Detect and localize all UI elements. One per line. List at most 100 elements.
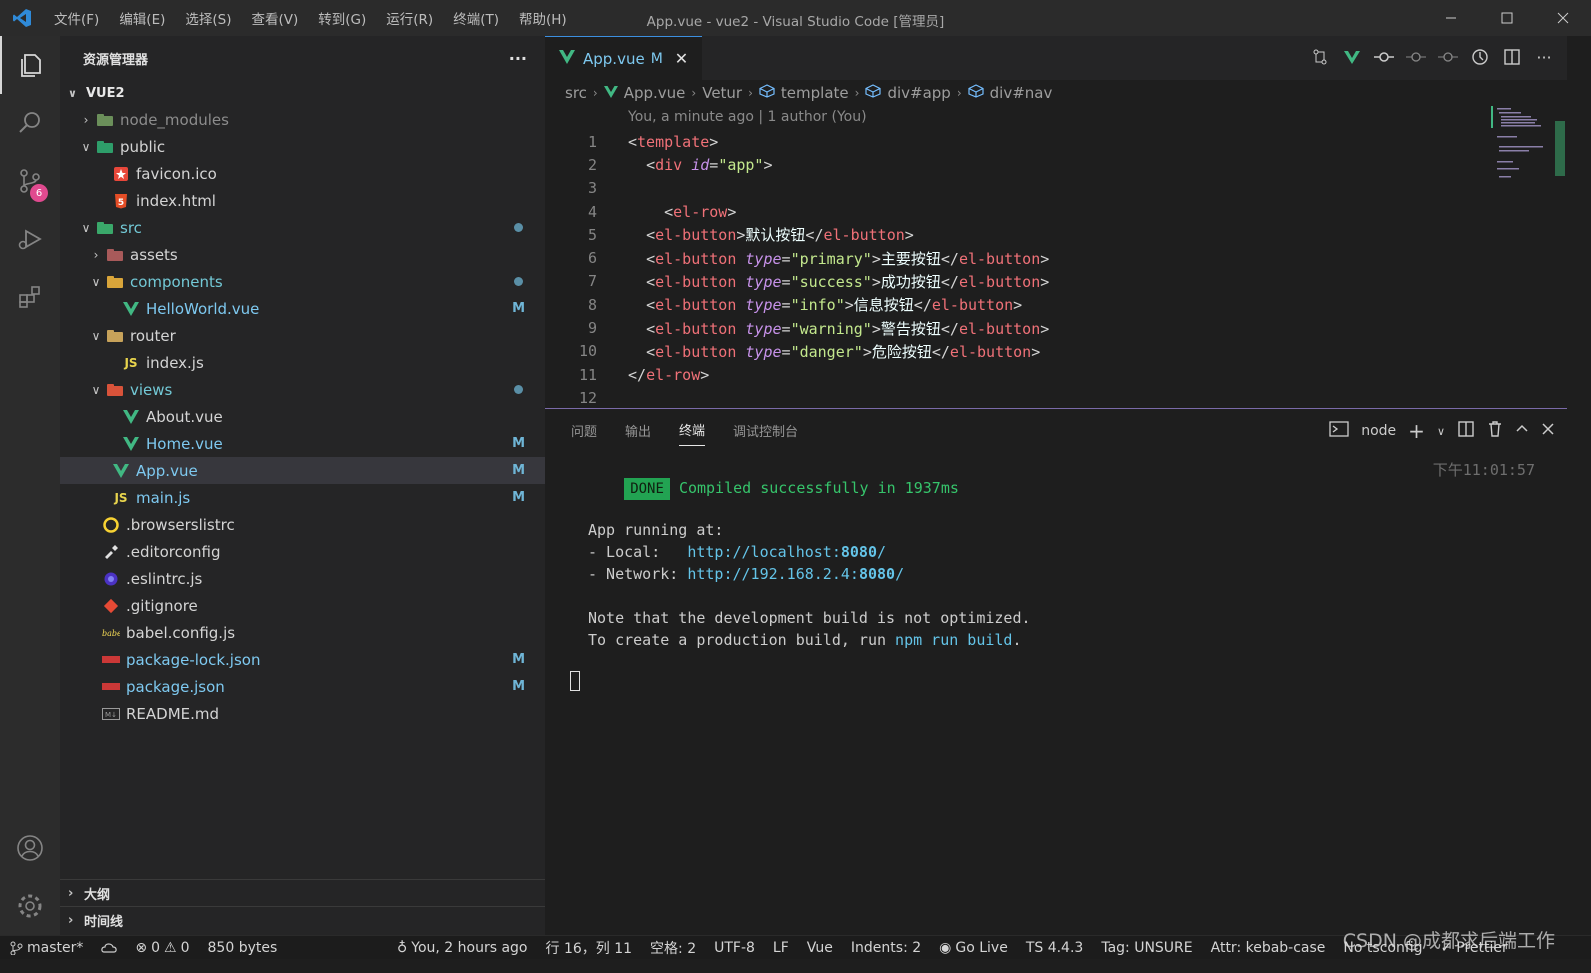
- codelens-blame[interactable]: You, a minute ago | 1 author (You): [628, 109, 867, 125]
- breadcrumb-file[interactable]: App.vue: [624, 84, 686, 102]
- tab-app-vue[interactable]: App.vue M ✕: [545, 36, 703, 80]
- compare-changes-icon[interactable]: [1309, 46, 1331, 68]
- new-terminal-icon[interactable]: +: [1408, 419, 1425, 443]
- breadcrumb-div-nav[interactable]: div#nav: [990, 84, 1053, 102]
- terminal-output[interactable]: DONE Compiled successfully in 1937ms 下午1…: [570, 455, 1547, 691]
- vue-devtools-icon[interactable]: [1341, 46, 1363, 68]
- run-debug-icon[interactable]: [0, 210, 60, 268]
- extensions-icon[interactable]: [0, 268, 60, 326]
- menu-view[interactable]: 查看(V): [242, 8, 309, 28]
- explorer-icon[interactable]: [0, 36, 60, 94]
- timeline-history-icon[interactable]: [1469, 46, 1491, 68]
- tree-item-views[interactable]: ∨ views: [60, 376, 545, 403]
- menu-terminal[interactable]: 终端(T): [443, 8, 509, 28]
- tree-item-helloworld-vue[interactable]: HelloWorld.vue M: [60, 295, 545, 322]
- local-url[interactable]: http://localhost:8080/: [687, 543, 886, 561]
- close-window-button[interactable]: [1535, 0, 1591, 36]
- tree-item-eslintrc[interactable]: .eslintrc.js: [60, 565, 545, 592]
- split-terminal-icon[interactable]: [1457, 420, 1475, 442]
- tree-item-babel-config[interactable]: babel babel.config.js: [60, 619, 545, 646]
- more-actions-icon[interactable]: ···: [1533, 46, 1555, 68]
- tree-item-public[interactable]: ∨ public: [60, 133, 545, 160]
- tab-problems[interactable]: 问题: [571, 421, 597, 440]
- menu-edit[interactable]: 编辑(E): [109, 8, 175, 28]
- menu-run[interactable]: 运行(R): [376, 8, 443, 28]
- chevron-down-icon[interactable]: ∨: [1437, 425, 1445, 438]
- workspace-root[interactable]: ∨ VUE2: [60, 80, 545, 106]
- search-icon[interactable]: [0, 94, 60, 152]
- breadcrumb-template[interactable]: template: [781, 84, 849, 102]
- tree-item-index-js[interactable]: JS index.js: [60, 349, 545, 376]
- chevron-down-icon: ∨: [68, 86, 77, 100]
- tree-item-src[interactable]: ∨ src: [60, 214, 545, 241]
- cursor-position[interactable]: 行 16，列 11: [537, 938, 642, 958]
- tree-item-gitignore[interactable]: .gitignore: [60, 592, 545, 619]
- tree-item-index-html[interactable]: 5 index.html: [60, 187, 545, 214]
- prettier-status[interactable]: ✓ Prettier: [1432, 938, 1517, 958]
- tree-item-node-modules[interactable]: › node_modules: [60, 106, 545, 133]
- git-blame-status[interactable]: ♁ You, 2 hours ago: [388, 938, 537, 958]
- chevron-up-icon[interactable]: [1515, 422, 1529, 440]
- close-panel-icon[interactable]: [1541, 422, 1555, 440]
- split-editor-icon[interactable]: [1501, 46, 1523, 68]
- tree-item-package-json[interactable]: package.json M: [60, 673, 545, 700]
- app-running-text: App running at:: [588, 521, 724, 539]
- vue-file-icon: [120, 408, 142, 426]
- breadcrumb-vetur[interactable]: Vetur: [702, 84, 742, 102]
- minimize-button[interactable]: [1423, 0, 1479, 36]
- tree-item-browserslistrc[interactable]: .browserslistrc: [60, 511, 545, 538]
- tag-casing[interactable]: Tag: UNSURE: [1092, 938, 1201, 958]
- indents-status[interactable]: Indents: 2: [842, 938, 930, 958]
- eol-status[interactable]: LF: [764, 938, 798, 958]
- network-url[interactable]: http://192.168.2.4:8080/: [687, 565, 904, 583]
- tree-item-assets[interactable]: › assets: [60, 241, 545, 268]
- problems-status[interactable]: ⊗ 0 ⚠ 0: [126, 940, 198, 956]
- go-live-status[interactable]: ◉ Go Live: [930, 938, 1017, 958]
- breadcrumb-div-app[interactable]: div#app: [887, 84, 950, 102]
- tree-item-about-vue[interactable]: About.vue: [60, 403, 545, 430]
- minimap[interactable]: [1491, 106, 1551, 196]
- tree-item-app-vue[interactable]: App.vue M: [60, 457, 545, 484]
- tree-item-main-js[interactable]: JS main.js M: [60, 484, 545, 511]
- menu-help[interactable]: 帮助(H): [509, 8, 577, 28]
- tab-close-icon[interactable]: ✕: [675, 49, 688, 68]
- sync-icon[interactable]: [92, 942, 126, 954]
- tree-item-readme[interactable]: M↓ README.md: [60, 700, 545, 727]
- tab-debug-console[interactable]: 调试控制台: [733, 421, 798, 440]
- tab-terminal[interactable]: 终端: [679, 414, 706, 446]
- previous-change-icon[interactable]: [1405, 46, 1427, 68]
- tree-item-package-lock[interactable]: package-lock.json M: [60, 646, 545, 673]
- tsconfig-status[interactable]: No tsconfig: [1334, 938, 1431, 958]
- attr-casing[interactable]: Attr: kebab-case: [1202, 938, 1335, 958]
- indentation-status[interactable]: 空格: 2: [641, 938, 705, 958]
- next-change-icon[interactable]: [1437, 46, 1459, 68]
- terminal-name[interactable]: node: [1361, 423, 1396, 439]
- accounts-icon[interactable]: [0, 819, 60, 877]
- menu-selection[interactable]: 选择(S): [175, 8, 241, 28]
- tree-item-favicon[interactable]: favicon.ico: [60, 160, 545, 187]
- menu-file[interactable]: 文件(F): [44, 8, 109, 28]
- tree-item-home-vue[interactable]: Home.vue M: [60, 430, 545, 457]
- timeline-section[interactable]: › 时间线: [60, 906, 545, 933]
- tree-item-router[interactable]: ∨ router: [60, 322, 545, 349]
- terminal-line: DONE Compiled successfully in 1937ms: [570, 455, 1547, 500]
- source-control-icon[interactable]: 6: [0, 152, 60, 210]
- markdown-file-icon: M↓: [100, 705, 122, 723]
- more-actions-icon[interactable]: ···: [509, 49, 527, 68]
- tree-item-components[interactable]: ∨ components: [60, 268, 545, 295]
- ts-version[interactable]: TS 4.4.3: [1017, 938, 1093, 958]
- maximize-button[interactable]: [1479, 0, 1535, 36]
- breadcrumb-src[interactable]: src: [565, 84, 587, 102]
- language-mode[interactable]: Vue: [798, 938, 842, 958]
- settings-gear-icon[interactable]: [0, 877, 60, 935]
- menu-go[interactable]: 转到(G): [308, 8, 376, 28]
- outline-section[interactable]: › 大纲: [60, 879, 545, 906]
- encoding-status[interactable]: UTF-8: [705, 938, 764, 958]
- trash-icon[interactable]: [1487, 420, 1503, 442]
- code-editor[interactable]: 1 <template> 2 <div id="app"> 3 4 <el-ro…: [545, 130, 1445, 410]
- tree-item-editorconfig[interactable]: .editorconfig: [60, 538, 545, 565]
- tab-output[interactable]: 输出: [625, 421, 651, 440]
- git-branch-status[interactable]: master*: [0, 940, 92, 956]
- git-commit-icon[interactable]: [1373, 46, 1395, 68]
- editor-scrollbar[interactable]: [1555, 121, 1565, 176]
